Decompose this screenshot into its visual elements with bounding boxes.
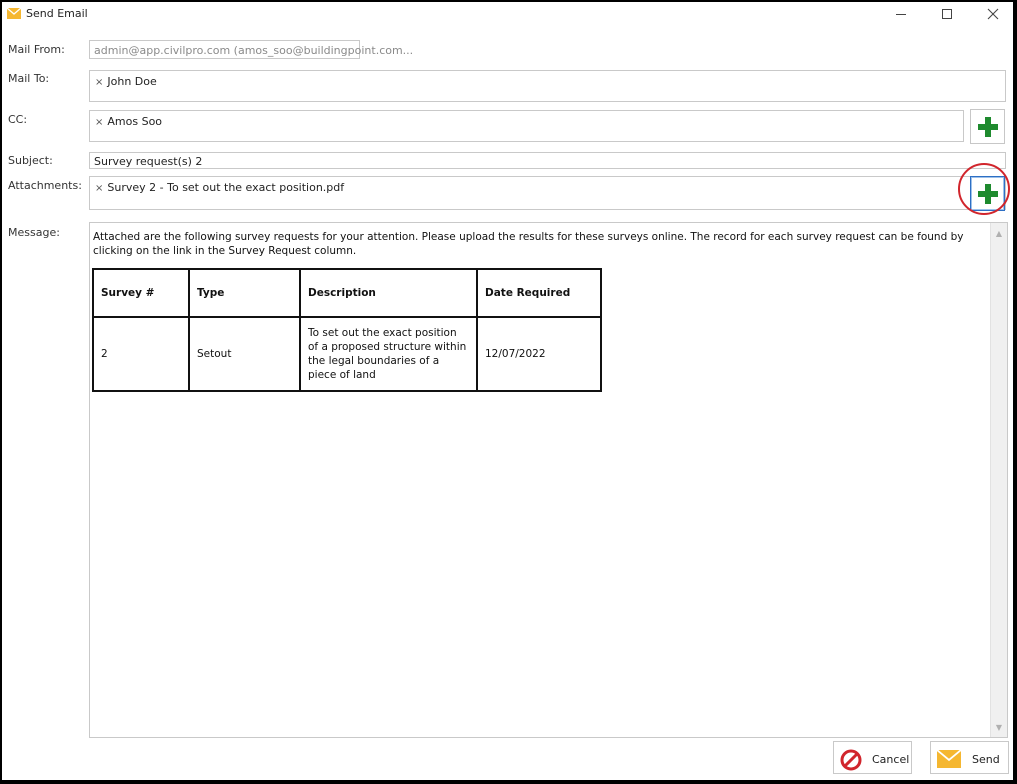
- no-entry-icon: [840, 749, 862, 774]
- table-cell: 12/07/2022: [476, 316, 602, 392]
- recipient-name: John Doe: [107, 75, 157, 88]
- table-cell: To set out the exact position of a propo…: [299, 316, 478, 392]
- cc-name: Amos Soo: [107, 115, 163, 128]
- window-title: Send Email: [26, 7, 88, 20]
- table-cell: Setout: [188, 316, 301, 392]
- table-header: Date Required: [476, 268, 602, 318]
- message-editor[interactable]: Attached are the following survey reques…: [89, 222, 1008, 738]
- remove-token-icon[interactable]: ×: [95, 183, 103, 194]
- close-button[interactable]: [970, 2, 1016, 26]
- table-header: Survey #: [92, 268, 190, 318]
- subject-label: Subject:: [8, 154, 53, 167]
- remove-token-icon[interactable]: ×: [95, 77, 103, 88]
- send-button[interactable]: Send: [930, 741, 1009, 774]
- send-label: Send: [972, 753, 1000, 766]
- scroll-down-icon[interactable]: ▼: [991, 719, 1007, 735]
- mail-to-field[interactable]: × John Doe: [89, 70, 1006, 102]
- send-email-window: Send Email Mail From: Mail To: CC: Subje…: [2, 2, 1013, 780]
- maximize-button[interactable]: [924, 2, 970, 26]
- table-header: Type: [188, 268, 301, 318]
- table-cell: 2: [92, 316, 190, 392]
- cancel-label: Cancel: [872, 753, 910, 766]
- message-intro: Attached are the following survey reques…: [93, 231, 964, 257]
- recipient-token: × John Doe: [95, 75, 157, 88]
- vertical-scrollbar[interactable]: ▲ ▼: [990, 223, 1007, 737]
- attachment-name: Survey 2 - To set out the exact position…: [107, 181, 345, 194]
- attachments-field[interactable]: × Survey 2 - To set out the exact positio…: [89, 176, 1006, 210]
- mail-to-label: Mail To:: [8, 72, 50, 85]
- maximize-icon: [942, 9, 952, 19]
- envelope-icon: [6, 7, 22, 19]
- mail-from-label: Mail From:: [8, 43, 65, 56]
- survey-table: Survey # Type Description Date Required …: [92, 268, 602, 392]
- table-row: 2 Setout To set out the exact position o…: [92, 316, 602, 392]
- mail-from-value: admin@app.civilpro.com (amos_soo@buildin…: [94, 44, 414, 57]
- minimize-icon: [896, 14, 906, 15]
- minimize-button[interactable]: [878, 2, 924, 26]
- scroll-up-icon[interactable]: ▲: [991, 225, 1007, 241]
- subject-field[interactable]: Survey request(s) 2: [89, 152, 1006, 169]
- cc-token: × Amos Soo: [95, 115, 162, 128]
- cc-label: CC:: [8, 113, 28, 126]
- title-bar[interactable]: Send Email: [2, 2, 1013, 26]
- envelope-icon: [936, 749, 962, 771]
- mail-from-field[interactable]: admin@app.civilpro.com (amos_soo@buildin…: [89, 40, 413, 59]
- close-icon: [987, 8, 999, 20]
- add-cc-button[interactable]: [970, 109, 1005, 144]
- message-label: Message:: [8, 226, 60, 239]
- plus-icon: [977, 183, 998, 204]
- attachments-label: Attachments:: [8, 179, 82, 192]
- subject-value: Survey request(s) 2: [94, 155, 203, 168]
- cc-field[interactable]: × Amos Soo: [89, 110, 964, 142]
- table-header-row: Survey # Type Description Date Required: [92, 268, 602, 318]
- remove-token-icon[interactable]: ×: [95, 117, 103, 128]
- table-header: Description: [299, 268, 478, 318]
- attachment-token: × Survey 2 - To set out the exact positio…: [95, 181, 344, 194]
- plus-icon: [977, 116, 998, 137]
- add-attachment-button[interactable]: [970, 176, 1005, 211]
- cancel-button[interactable]: Cancel: [833, 741, 912, 774]
